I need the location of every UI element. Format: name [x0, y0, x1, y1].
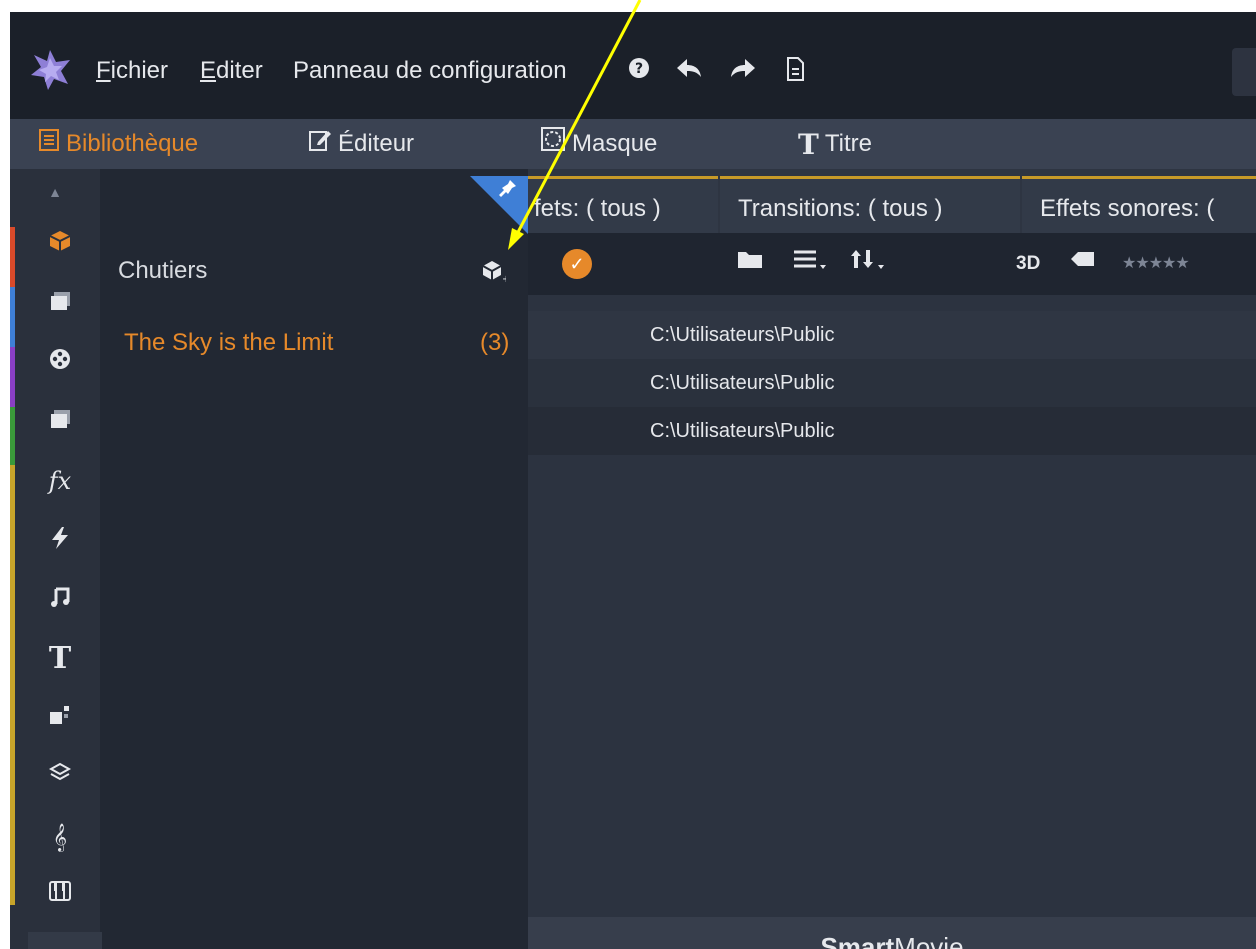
select-all-check-icon[interactable]: ✓ — [562, 249, 592, 279]
filter-transitions[interactable]: Transitions: ( tous ) — [720, 176, 1020, 233]
tab-editeur-label: Éditeur — [338, 130, 415, 157]
scroll-up-icon[interactable]: ▲ — [10, 177, 100, 207]
pin-icon[interactable] — [498, 178, 518, 204]
effects-fx-icon[interactable]: fx — [44, 465, 76, 497]
3d-filter-button[interactable]: 3D — [1016, 247, 1040, 281]
row-path: C:\Utilisateurs\Public — [650, 420, 835, 442]
tab-titre[interactable]: T Titre — [798, 119, 872, 169]
add-bin-icon[interactable]: + — [476, 259, 510, 289]
sort-icon[interactable] — [848, 247, 888, 281]
tag-icon[interactable] — [1068, 247, 1098, 281]
smartmovie-bold: Smart — [820, 932, 895, 949]
filter-effets[interactable]: fets: ( tous ) — [528, 176, 718, 233]
table-row[interactable]: C:\Utilisateurs\Public — [528, 359, 1256, 407]
tab-editeur[interactable]: Éditeur — [308, 119, 414, 169]
menu-panneau[interactable]: Panneau de configuration — [293, 54, 567, 88]
music-note-icon[interactable] — [44, 585, 76, 617]
bins-title: Chutiers — [118, 257, 208, 284]
media-folders-icon[interactable] — [44, 407, 76, 439]
rating-stars-icon[interactable]: ★★★★★ — [1122, 247, 1190, 281]
category-color-bar — [10, 465, 15, 905]
tab-bibliotheque-label: Bibliothèque — [66, 130, 199, 157]
document-icon[interactable] — [780, 56, 810, 86]
bin-item[interactable]: The Sky is the Limit — [124, 329, 333, 357]
mask-icon — [540, 120, 566, 170]
menu-fichier-accel: F — [96, 57, 111, 84]
montage-icon[interactable] — [44, 703, 76, 735]
row-path: C:\Utilisateurs\Public — [650, 324, 835, 346]
title-icon: T — [798, 127, 819, 161]
folder-icon[interactable] — [736, 247, 764, 281]
category-strip: ▲ fx T 𝄞 — [10, 169, 100, 949]
tab-masque[interactable]: Masque — [540, 119, 657, 169]
help-icon[interactable]: ? — [624, 56, 654, 86]
category-color-bar — [10, 227, 15, 287]
table-row[interactable]: C:\Utilisateurs\Public — [528, 407, 1256, 455]
strip-bottom-button[interactable] — [28, 932, 102, 949]
tab-masque-label: Masque — [572, 130, 658, 157]
menu-bar: Fichier Editer Panneau de configuration … — [10, 12, 1256, 119]
undo-icon[interactable] — [674, 56, 704, 86]
music-clef-icon[interactable]: 𝄞 — [44, 821, 76, 853]
svg-text:?: ? — [635, 61, 643, 77]
bins-panel: Chutiers + The Sky is the Limit (3) — [100, 169, 528, 949]
tab-bibliotheque[interactable]: Bibliothèque — [38, 119, 198, 169]
film-reel-icon[interactable] — [44, 347, 76, 379]
table-row[interactable]: C:\Utilisateurs\Public — [528, 311, 1256, 359]
app-logo-icon — [31, 50, 70, 90]
bin-item-count: (3) — [480, 329, 510, 356]
filter-effets-sonores[interactable]: Effets sonores: ( — [1022, 176, 1256, 233]
tab-titre-label: Titre — [824, 130, 872, 157]
library-icon — [38, 120, 60, 170]
menu-editer-accel: E — [200, 57, 217, 84]
export-button[interactable] — [1232, 48, 1256, 96]
smartmovie-rest: Movie — [894, 932, 964, 949]
titles-icon[interactable]: T — [44, 643, 76, 675]
redo-icon[interactable] — [728, 56, 758, 86]
tab-bar: Bibliothèque Éditeur Masque T Titre — [10, 119, 1256, 169]
browser-toolbar: ✓ 3D ★★★★★ — [528, 233, 1256, 295]
smartmovie-button[interactable]: SmartMovie — [528, 917, 1256, 949]
layers-icon[interactable] — [44, 761, 76, 793]
piano-icon[interactable] — [44, 879, 76, 911]
menu-fichier[interactable]: Fichier — [96, 54, 168, 88]
category-color-bar — [10, 407, 15, 465]
category-color-bar — [10, 347, 15, 407]
app-window: Fichier Editer Panneau de configuration … — [10, 12, 1256, 949]
row-path: C:\Utilisateurs\Public — [650, 372, 835, 394]
menu-fichier-label: ichier — [110, 57, 169, 84]
library-browser: fets: ( tous ) Transitions: ( tous ) Eff… — [528, 169, 1256, 949]
category-color-bar — [10, 287, 15, 347]
transitions-lightning-icon[interactable] — [44, 525, 76, 557]
svg-text:+: + — [502, 274, 506, 283]
collections-icon[interactable] — [44, 289, 76, 321]
menu-editer-label: diter — [216, 57, 263, 84]
project-bins-icon[interactable] — [44, 229, 76, 261]
filter-bar: fets: ( tous ) Transitions: ( tous ) Eff… — [528, 169, 1256, 233]
menu-editer[interactable]: Editer — [200, 54, 263, 88]
list-view-icon[interactable] — [792, 247, 828, 281]
edit-icon — [308, 120, 332, 170]
